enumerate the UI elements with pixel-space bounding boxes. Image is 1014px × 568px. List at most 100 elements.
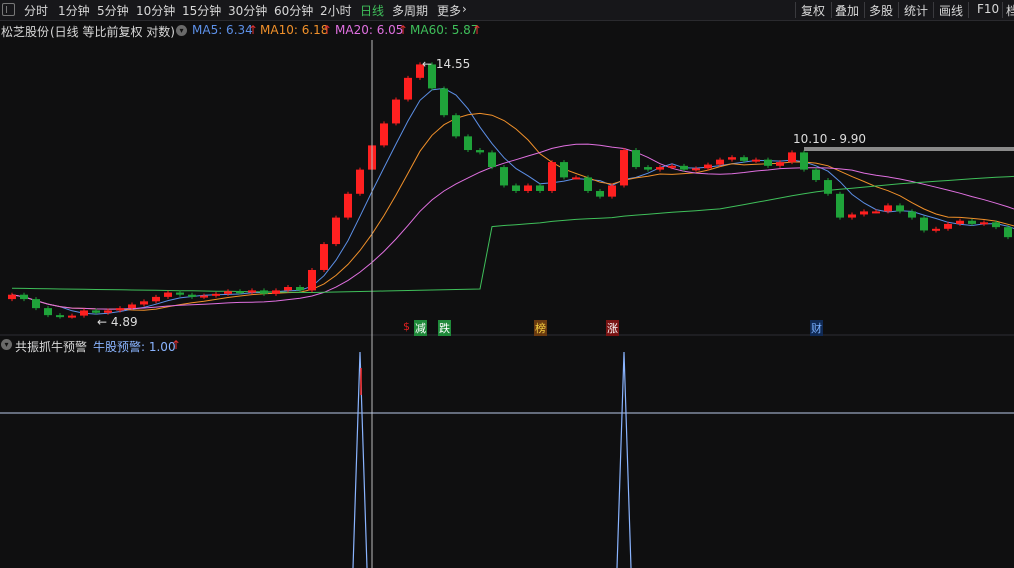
candle [716,159,724,165]
indicator-spike [616,351,632,568]
candle [104,310,112,313]
indicator-arrow-icon: ↑ [171,338,182,352]
candle [440,88,448,116]
candle [176,292,184,295]
candle [896,205,904,212]
candle [392,99,400,124]
candle [548,162,556,191]
candle [908,211,916,218]
candle [308,269,316,291]
candle [944,223,952,229]
candle [644,167,652,170]
candle [968,220,976,224]
candle [872,211,880,214]
candle [128,304,136,309]
candle [284,287,292,291]
signal-marker: 榜 [534,320,547,336]
candle [1004,227,1012,238]
candle [740,157,748,161]
candle [332,217,340,245]
indicator-value: 牛股预警: 1.00 [93,340,176,354]
ma5-line [11,87,1014,315]
candle [632,150,640,168]
candle [584,177,592,191]
candle [452,115,460,137]
candle [356,169,364,194]
signal-marker: 跌 [438,320,451,336]
candle [680,165,688,170]
indicator-pane [352,351,632,568]
chart-overlays: ← 14.55 ← 4.89 10.10 - 9.90 [0,40,1014,568]
candle [236,291,244,294]
price-chart[interactable]: ← 14.55 ← 4.89 10.10 - 9.90 [0,0,1014,568]
candle [848,214,856,218]
candle [80,310,88,316]
candle [800,152,808,170]
candle [68,315,76,318]
candle [92,310,100,313]
candle [320,244,328,270]
high-price-label: ← 14.55 [422,57,470,71]
candle [776,162,784,166]
candle [212,293,220,296]
signal-marker: 涨 [606,320,619,336]
candle [536,185,544,191]
candle [488,152,496,168]
candle [8,294,16,300]
candle [404,77,412,100]
candle [596,190,604,197]
candle [704,164,712,169]
candle [620,150,628,186]
candle [980,222,988,225]
indicator-name: 共振抓牛预警 [15,340,88,354]
range-label: 10.10 - 9.90 [793,132,866,146]
signal-marker: $ [403,320,410,333]
candle [668,165,676,168]
candle [524,185,532,191]
candle [164,292,172,297]
candle [20,294,28,300]
candle [512,185,520,191]
candle [44,308,52,316]
candle [992,222,1000,228]
candle [248,290,256,293]
candle [728,157,736,160]
candle [788,152,796,163]
candle [152,296,160,302]
candle [884,205,892,212]
candle [500,167,508,186]
candle [812,169,820,181]
candle [140,301,148,305]
candle [656,167,664,170]
candle [752,159,760,162]
candle [272,290,280,294]
ma20-line [11,143,1014,310]
moving-average-lines [11,87,1014,315]
chevron-down-icon[interactable]: ▾ [1,339,12,350]
candle [296,287,304,291]
candle [920,217,928,231]
candle [956,220,964,224]
candlesticks [8,62,1012,319]
candle [464,136,472,151]
candle [608,185,616,197]
candle [476,150,484,153]
candle [380,123,388,146]
candle [932,228,940,231]
signal-marker: 减 [414,320,427,336]
candle [764,159,772,166]
candle [116,308,124,311]
candle [200,295,208,298]
low-price-label: ← 4.89 [97,315,138,329]
candle [224,291,232,294]
candle [572,177,580,180]
candle [32,299,40,309]
candle [344,193,352,218]
candle [824,180,832,194]
candle [860,211,868,215]
candle [188,294,196,297]
indicator-spike [352,351,368,568]
ma60-line [11,175,1014,294]
candle [692,168,700,171]
candle [260,290,268,294]
